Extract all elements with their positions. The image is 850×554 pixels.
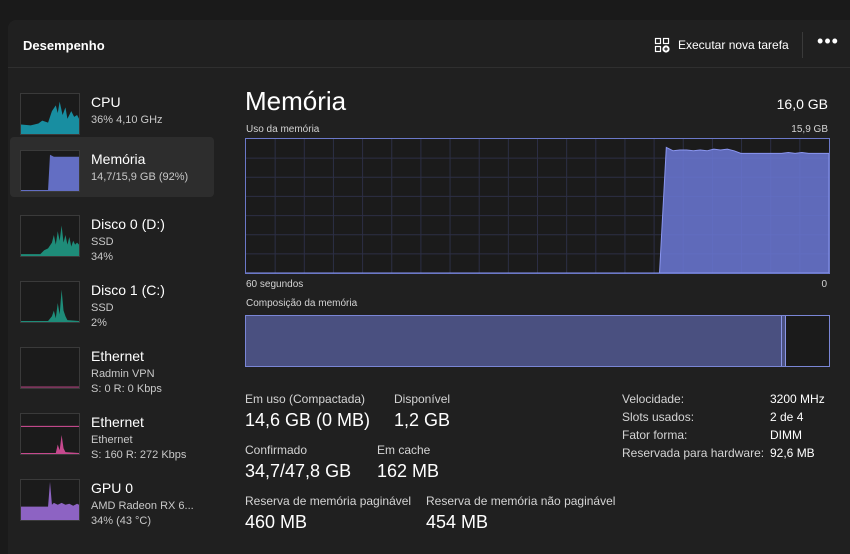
sidebar-item-name: CPU	[91, 94, 121, 110]
composition-in-use-segment	[246, 316, 783, 366]
ethernet-thumbnail	[20, 413, 80, 455]
memory-thumbnail	[20, 150, 80, 192]
form-factor-label: Fator forma:	[622, 428, 688, 442]
available-value: 1,2 GB	[394, 410, 451, 430]
memory-usage-graph	[245, 138, 830, 274]
disk-0-thumbnail-graph	[21, 225, 79, 256]
committed-label: Confirmado	[245, 443, 308, 457]
speed-value: 3200 MHz	[770, 392, 825, 406]
ethernet-thumbnail-graph	[21, 425, 79, 454]
usage-graph-max: 15,9 GB	[791, 124, 828, 135]
sidebar-item-detail-2: S: 160 R: 272 Kbps	[91, 449, 187, 461]
sidebar-item-detail-2: 34% (43 °C)	[91, 515, 152, 527]
slots-value: 2 de 4	[770, 410, 804, 424]
hardware-reserved-value: 92,6 MB	[770, 446, 815, 460]
usage-graph-label: Uso da memória	[246, 124, 320, 135]
sidebar-item-name: Disco 1 (C:)	[91, 282, 165, 298]
sidebar-item-detail: AMD Radeon RX 6...	[91, 500, 194, 512]
sidebar-item-name: Disco 0 (D:)	[91, 216, 165, 232]
committed-value: 34,7/47,8 GB	[245, 461, 352, 481]
sidebar-item-disk-0[interactable]: Disco 0 (D:) SSD 34%	[10, 202, 214, 263]
sidebar-item-detail-2: 2%	[91, 317, 107, 329]
in-use-label: Em uso (Compactada)	[245, 392, 366, 406]
sidebar-item-disk-1[interactable]: Disco 1 (C:) SSD 2%	[10, 268, 214, 329]
sidebar-item-ethernet-radmin[interactable]: Ethernet Radmin VPN S: 0 R: 0 Kbps	[10, 334, 214, 395]
sidebar-item-detail: SSD	[91, 236, 114, 248]
form-factor-value: DIMM	[770, 428, 802, 442]
sidebar-item-detail: 14,7/15,9 GB (92%)	[91, 171, 189, 183]
sidebar-item-gpu[interactable]: GPU 0 AMD Radeon RX 6... 34% (43 °C)	[10, 466, 214, 527]
hardware-reserved-label: Reservada para hardware:	[622, 446, 765, 460]
slots-label: Slots usados:	[622, 410, 695, 424]
run-new-task-button[interactable]: Executar nova tarefa	[654, 36, 789, 54]
disk-1-thumbnail-graph	[21, 289, 79, 322]
disk-1-thumbnail	[20, 281, 80, 323]
sidebar-item-name: Memória	[91, 151, 146, 167]
header-divider	[802, 32, 803, 58]
sidebar-item-detail: SSD	[91, 302, 114, 314]
sidebar-item-name: GPU 0	[91, 480, 134, 496]
nonpaged-pool-value: 454 MB	[426, 512, 489, 532]
disk-0-thumbnail	[20, 215, 80, 257]
sidebar-item-name: Ethernet	[91, 348, 144, 364]
page-title: Desempenho	[23, 38, 105, 53]
memory-total: 16,0 GB	[776, 96, 828, 112]
ethernet-radmin-thumbnail-graph	[21, 386, 79, 388]
ethernet-radmin-thumbnail	[20, 347, 80, 389]
sidebar-item-cpu[interactable]: CPU 36% 4,10 GHz	[10, 80, 214, 140]
time-axis-label: 60 segundos	[246, 279, 304, 290]
memory-title: Memória	[245, 86, 347, 116]
gpu-thumbnail	[20, 479, 80, 521]
sidebar-item-ethernet[interactable]: Ethernet Ethernet S: 160 R: 272 Kbps	[10, 400, 214, 461]
sidebar-item-memory[interactable]: Memória 14,7/15,9 GB (92%)	[10, 137, 214, 197]
header-bar: Desempenho Executar nova tarefa •••	[8, 20, 850, 68]
sidebar-item-detail: Radmin VPN	[91, 368, 155, 380]
composition-modified-segment	[782, 316, 786, 366]
composition-label: Composição da memória	[246, 298, 358, 309]
sidebar-item-detail: Ethernet	[91, 434, 133, 446]
sidebar-item-detail: 36% 4,10 GHz	[91, 114, 163, 126]
sidebar-item-detail-2: 34%	[91, 251, 114, 263]
task-manager-window: Desempenho Executar nova tarefa ••• CPU …	[8, 20, 850, 554]
cached-label: Em cache	[377, 443, 431, 457]
cpu-thumbnail-graph	[21, 101, 79, 134]
memory-composition-bar	[245, 315, 830, 367]
more-options-button[interactable]: •••	[816, 32, 840, 54]
paged-pool-value: 460 MB	[245, 512, 308, 532]
cpu-thumbnail	[20, 93, 80, 135]
run-task-label: Executar nova tarefa	[678, 38, 789, 52]
run-task-icon	[654, 37, 670, 53]
memory-thumbnail-graph	[21, 154, 79, 191]
speed-label: Velocidade:	[622, 392, 685, 406]
in-use-value: 14,6 GB (0 MB)	[245, 410, 371, 430]
sidebar-item-detail-2: S: 0 R: 0 Kbps	[91, 383, 162, 395]
nonpaged-pool-label: Reserva de memória não paginável	[426, 494, 616, 508]
sidebar-item-name: Ethernet	[91, 414, 144, 430]
paged-pool-label: Reserva de memória paginável	[245, 494, 412, 508]
time-axis-zero: 0	[821, 279, 827, 290]
gpu-thumbnail-graph	[21, 481, 79, 520]
memory-usage-chart	[246, 139, 829, 273]
cached-value: 162 MB	[377, 461, 440, 481]
available-label: Disponível	[394, 392, 451, 406]
